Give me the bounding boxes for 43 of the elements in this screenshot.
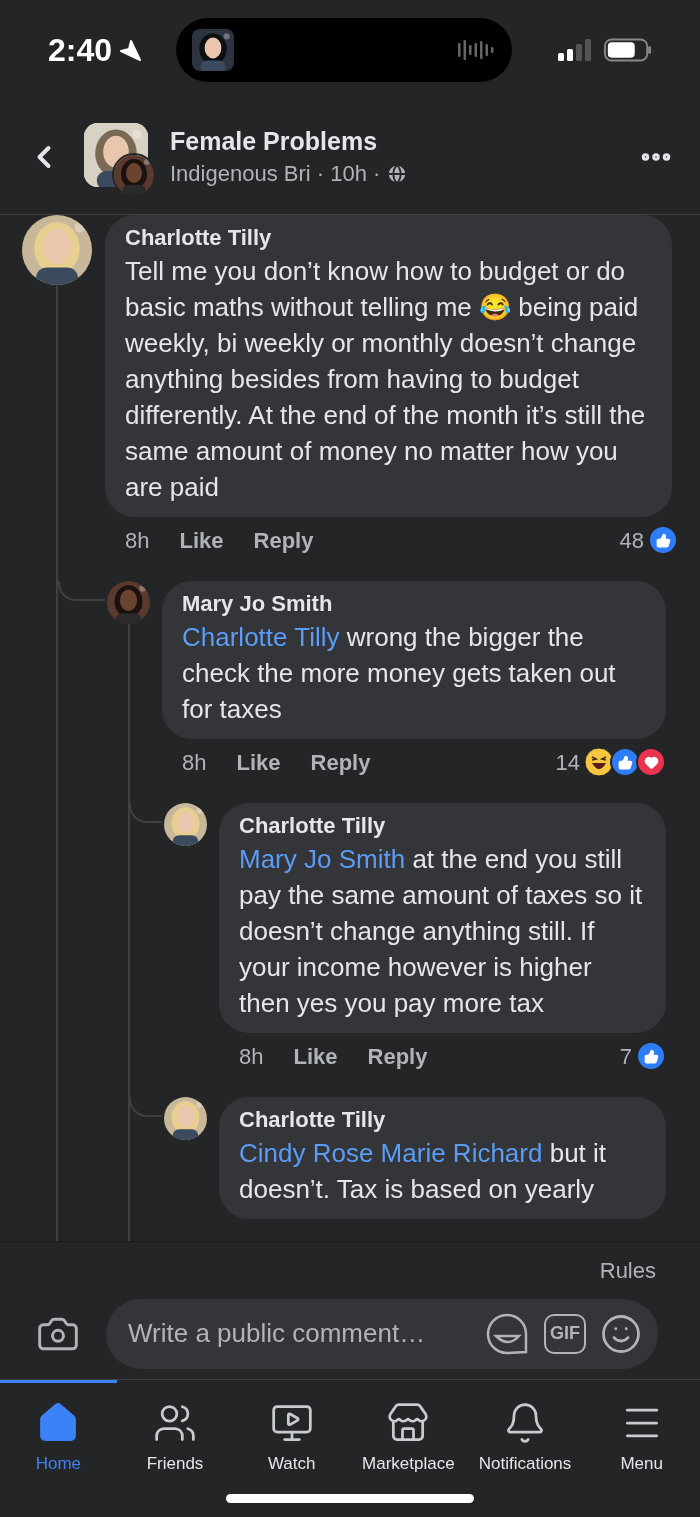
comment-time: 8h xyxy=(239,1042,264,1071)
nav-tab[interactable]: Watch xyxy=(233,1379,350,1488)
rules-link[interactable]: Rules xyxy=(599,1253,656,1287)
comment-text: Tell me you don’t know how to budget or do basic maths without telling me 😂 being paid weekly, bi weekly or monthly doesn’t change anything besides from having to budget differently. At the end of the month it’s still the same amount of money no matter how you are paid xyxy=(125,255,647,504)
signal-icon xyxy=(558,39,592,61)
reply-button[interactable]: Reply xyxy=(367,1039,428,1073)
laughing-reaction-icon xyxy=(584,747,614,777)
clock-time: 2:40 xyxy=(48,31,113,70)
nav-tab[interactable]: Home xyxy=(0,1379,117,1488)
post-subtitle: Indigenous Bri · 10h · xyxy=(170,160,381,188)
mention-link[interactable]: Mary Jo Smith xyxy=(239,844,406,874)
battery-icon xyxy=(604,38,652,62)
comment-text: Cindy Rose Marie Richard but it doesn’t. Tax is based on yearly xyxy=(239,1137,608,1206)
like-button[interactable]: Like xyxy=(293,1039,338,1073)
like-button[interactable]: Like xyxy=(236,745,281,779)
reaction-count: 48 xyxy=(619,526,644,555)
globe-icon xyxy=(386,163,409,185)
nav-tab[interactable]: Menu xyxy=(583,1379,700,1488)
comment-time: 8h xyxy=(182,748,207,777)
location-icon xyxy=(118,38,143,62)
sticker-icon[interactable] xyxy=(486,1311,530,1356)
reply-button[interactable]: Reply xyxy=(253,523,314,557)
reply-button[interactable]: Reply xyxy=(310,745,371,779)
comment-field[interactable]: Write a public comment… GIF xyxy=(106,1298,658,1369)
comment-author[interactable]: Charlotte Tilly xyxy=(239,1105,646,1135)
comment-author[interactable]: Charlotte Tilly xyxy=(125,223,652,253)
comment-text: Charlotte Tilly wrong the bigger the check the more money gets taken out for taxes xyxy=(182,621,617,726)
nav-tab[interactable]: Notifications xyxy=(466,1379,584,1488)
comment-time: 8h xyxy=(125,526,150,555)
comment-author[interactable]: Mary Jo Smith xyxy=(182,589,646,619)
nav-tab[interactable]: Friends xyxy=(116,1379,234,1488)
nav-tab[interactable]: Marketplace xyxy=(350,1379,467,1488)
page-title: Female Problems xyxy=(170,126,379,157)
gif-button[interactable]: GIF xyxy=(544,1313,586,1354)
comment-author[interactable]: Charlotte Tilly xyxy=(239,811,646,841)
waveform-icon xyxy=(458,39,497,61)
like-button[interactable]: Like xyxy=(179,523,224,557)
emoji-icon[interactable] xyxy=(600,1312,642,1355)
mention-link[interactable]: Cindy Rose Marie Richard xyxy=(239,1138,543,1168)
mention-link[interactable]: Charlotte Tilly xyxy=(182,622,340,652)
reaction-count: 7 xyxy=(619,1042,632,1071)
reaction-count: 14 xyxy=(555,748,580,777)
comment-text: Mary Jo Smith at the end you still pay the same amount of taxes so it doesn’t change anything still. If your income however is higher then yes you pay more tax xyxy=(239,843,644,1020)
